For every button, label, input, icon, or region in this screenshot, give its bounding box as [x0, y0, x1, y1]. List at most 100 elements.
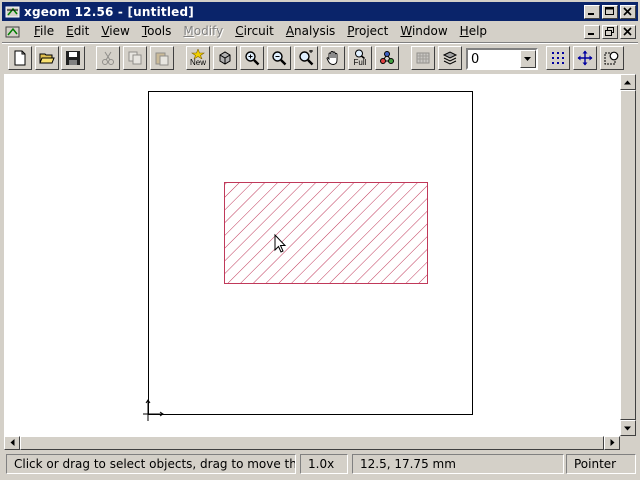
- menu-circuit[interactable]: Circuit: [229, 23, 280, 40]
- layer-select[interactable]: 0: [466, 48, 538, 70]
- mesh-button[interactable]: [411, 46, 435, 70]
- vertical-scrollbar[interactable]: [620, 74, 636, 436]
- minimize-icon: [588, 33, 594, 35]
- cube-icon: [219, 51, 231, 65]
- menu-edit[interactable]: Edit: [60, 23, 95, 40]
- move-button[interactable]: [573, 46, 597, 70]
- window-title: xgeom 12.56 - [untitled]: [24, 4, 194, 19]
- maximize-button[interactable]: [602, 4, 618, 19]
- menu-help-label-u: H: [459, 24, 469, 38]
- copy-icon: [128, 51, 142, 65]
- doc-minimize-button[interactable]: [584, 24, 600, 39]
- canvas-svg[interactable]: [4, 74, 620, 436]
- menu-circuit-label-u: C: [235, 24, 244, 38]
- menu-file[interactable]: File: [28, 23, 60, 40]
- zoom-window-button[interactable]: [294, 46, 318, 70]
- drawing-canvas[interactable]: [4, 74, 620, 436]
- menu-view[interactable]: View: [95, 23, 135, 40]
- paste-button[interactable]: [150, 46, 174, 70]
- hand-icon: [326, 51, 338, 65]
- cut-button[interactable]: [96, 46, 120, 70]
- menu-modify-label-u: M: [183, 24, 194, 38]
- title-bar[interactable]: xgeom 12.56 - [untitled]: [2, 2, 638, 21]
- zoom-out-icon: [272, 51, 287, 66]
- document-icon[interactable]: [4, 24, 22, 40]
- scroll-right-button[interactable]: [604, 436, 620, 450]
- close-button[interactable]: [620, 4, 636, 19]
- move-arrows-icon: [577, 50, 593, 66]
- floppy-disk-icon: [66, 51, 80, 65]
- toolbar: New Full 0: [2, 42, 638, 72]
- menu-view-label-post: iew: [109, 24, 130, 38]
- save-button[interactable]: [61, 46, 85, 70]
- menu-edit-label-u: E: [66, 24, 74, 38]
- zoom-region-icon: [604, 51, 619, 65]
- scroll-down-button[interactable]: [620, 420, 636, 436]
- menu-file-label-post: ile: [40, 24, 55, 38]
- scroll-left-button[interactable]: [4, 436, 20, 450]
- menu-analysis-label-post: nalysis: [294, 24, 336, 38]
- status-coordinates: 12.5, 17.75 mm: [352, 454, 564, 474]
- document-window-controls: [582, 24, 636, 39]
- network-button[interactable]: [375, 46, 399, 70]
- zoom-in-icon: [245, 51, 260, 66]
- new-object-button[interactable]: New: [186, 46, 210, 70]
- menu-modify-label-post: odify: [193, 24, 224, 38]
- menu-project-label-post: roject: [354, 24, 389, 38]
- new-object-label: New: [189, 58, 206, 67]
- arrow-left-icon: [10, 439, 14, 446]
- zoom-region-button[interactable]: [600, 46, 624, 70]
- menu-tools-label-post: ools: [147, 24, 172, 38]
- copy-button[interactable]: [123, 46, 147, 70]
- zoom-window-icon: [299, 50, 314, 66]
- new-document-icon: [14, 50, 26, 66]
- scroll-up-button[interactable]: [620, 74, 636, 90]
- doc-close-button[interactable]: [620, 24, 636, 39]
- layer-select-value: 0: [471, 51, 480, 67]
- menu-tools[interactable]: Tools: [136, 23, 178, 40]
- zoom-in-button[interactable]: [240, 46, 264, 70]
- scissors-icon: [102, 51, 114, 65]
- mesh-icon: [416, 52, 430, 64]
- menu-help[interactable]: Help: [454, 23, 493, 40]
- status-mode: Pointer: [566, 454, 636, 474]
- vertical-scroll-thumb[interactable]: [620, 90, 636, 420]
- menu-modify[interactable]: Modify: [177, 23, 229, 40]
- status-zoom: 1.0x: [300, 454, 348, 474]
- zoom-full-button[interactable]: Full: [348, 46, 372, 70]
- menu-window-label-post: indow: [411, 24, 448, 38]
- menu-items: File Edit View Tools Modify Circuit Analysis Pr…: [28, 23, 493, 40]
- origin-marker: [143, 399, 164, 421]
- chevron-down-icon: [524, 56, 531, 61]
- doc-restore-button[interactable]: [602, 24, 618, 39]
- close-icon: [623, 7, 632, 16]
- menu-analysis[interactable]: Analysis: [280, 23, 341, 40]
- new-file-button[interactable]: [8, 46, 32, 70]
- zoom-full-label: Full: [353, 58, 367, 67]
- menu-window-label-u: W: [400, 24, 412, 38]
- arrow-down-icon: [624, 426, 631, 430]
- status-bar: Click or drag to select objects, drag to…: [2, 452, 638, 476]
- menu-bar: File Edit View Tools Modify Circuit Analysis Pr…: [2, 22, 638, 41]
- menu-window[interactable]: Window: [394, 23, 453, 40]
- layer-select-dropdown[interactable]: [520, 50, 536, 68]
- menu-project[interactable]: Project: [341, 23, 394, 40]
- horizontal-scrollbar[interactable]: [4, 436, 620, 450]
- zoom-out-button[interactable]: [267, 46, 291, 70]
- open-file-button[interactable]: [35, 46, 59, 70]
- network-icon: [380, 51, 394, 64]
- minimize-icon: [588, 13, 594, 15]
- layers-button[interactable]: [438, 46, 462, 70]
- pan-button[interactable]: [321, 46, 345, 70]
- view-3d-button[interactable]: [213, 46, 237, 70]
- restore-icon: [605, 27, 614, 36]
- menu-edit-label-post: dit: [73, 24, 90, 38]
- hatched-conductor-rect[interactable]: [224, 182, 428, 284]
- grid-button[interactable]: [546, 46, 570, 70]
- minimize-button[interactable]: [584, 4, 600, 19]
- menu-analysis-label-u: A: [285, 24, 295, 38]
- open-folder-icon: [39, 53, 55, 64]
- menu-help-label-post: elp: [468, 24, 488, 38]
- arrow-right-icon: [610, 439, 614, 446]
- horizontal-scroll-thumb[interactable]: [20, 436, 604, 450]
